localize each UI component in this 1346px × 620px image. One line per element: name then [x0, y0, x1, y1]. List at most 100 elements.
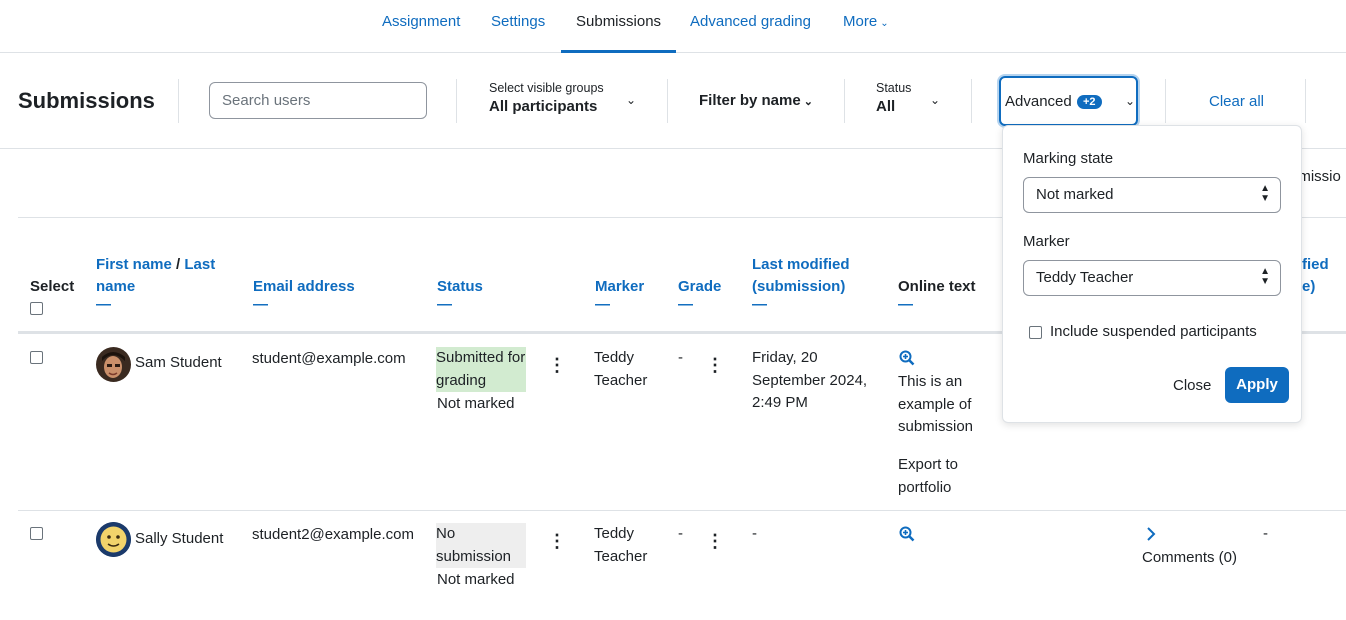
- header-name: First name / Last name —: [96, 254, 236, 312]
- zoom-in-icon[interactable]: [899, 350, 915, 366]
- clear-all-button[interactable]: Clear all: [1209, 93, 1264, 110]
- collapse-column-icon[interactable]: —: [752, 297, 862, 312]
- collapse-column-icon[interactable]: —: [253, 297, 355, 312]
- header-partial-line1: fied: [1302, 256, 1329, 273]
- header-online-text: Online text —: [898, 276, 976, 312]
- user-name-link[interactable]: Sam Student: [135, 352, 222, 375]
- user-name-link[interactable]: Sally Student: [135, 528, 223, 551]
- header-grade[interactable]: Grade —: [678, 276, 721, 312]
- marker-cell: Teddy Teacher: [594, 349, 648, 389]
- groups-dropdown-value: All participants: [489, 98, 598, 115]
- select-all-checkbox[interactable]: [30, 302, 43, 315]
- export-portfolio-link[interactable]: Export to portfolio: [898, 454, 978, 499]
- sort-first-name[interactable]: First name: [96, 256, 172, 273]
- header-email[interactable]: Email address —: [253, 276, 355, 312]
- header-online-text-label: Online text: [898, 278, 976, 295]
- avatar: [96, 522, 131, 557]
- comments-link[interactable]: Comments (0): [1142, 547, 1237, 570]
- divider: [178, 79, 179, 123]
- divider: [1305, 79, 1306, 123]
- header-marker[interactable]: Marker —: [595, 276, 644, 312]
- marker-cell: Teddy Teacher: [594, 525, 648, 565]
- filter-by-name-label: Filter by name: [699, 92, 801, 109]
- tab-settings[interactable]: Settings: [491, 0, 545, 53]
- include-suspended-checkbox[interactable]: [1029, 326, 1042, 339]
- filter-count-badge: +2: [1077, 95, 1102, 109]
- tab-more-label: More: [843, 13, 878, 30]
- tab-assignment[interactable]: Assignment: [382, 0, 460, 53]
- email-cell: student@example.com: [252, 350, 406, 367]
- marking-state-select[interactable]: Not marked ▲ ▼: [1023, 177, 1281, 213]
- advanced-filter-popover: Marking state Not marked ▲ ▼ Marker Teddy…: [1002, 125, 1302, 423]
- chevron-down-icon: ⌄: [803, 96, 813, 108]
- divider: [971, 79, 972, 123]
- collapse-column-icon[interactable]: —: [678, 297, 721, 312]
- header-status-label: Status: [437, 278, 483, 295]
- include-suspended-label: Include suspended participants: [1050, 323, 1257, 340]
- advanced-filter-button[interactable]: Advanced +2 ⌄: [999, 76, 1138, 126]
- marking-state-label: Marking state: [1023, 150, 1114, 167]
- divider: [844, 79, 845, 123]
- chevron-right-icon[interactable]: [1146, 527, 1156, 541]
- chevron-down-icon: ⌄: [880, 18, 889, 29]
- chevron-down-icon: ⌄: [626, 93, 637, 107]
- marker-select[interactable]: Teddy Teacher ▲ ▼: [1023, 260, 1281, 296]
- page-title: Submissions: [18, 88, 155, 113]
- header-grade-label: Grade: [678, 278, 722, 295]
- grade-actions-kebab-icon[interactable]: ⋮: [706, 532, 724, 550]
- grade-cell: -: [678, 349, 683, 366]
- apply-button[interactable]: Apply: [1225, 367, 1289, 403]
- chevron-down-icon: ⌄: [1125, 94, 1136, 108]
- select-arrows-icon: ▲ ▼: [1260, 183, 1270, 204]
- last-modified-cell: -: [752, 525, 757, 542]
- chevron-down-icon: ⌄: [930, 93, 941, 107]
- grade-actions-kebab-icon[interactable]: ⋮: [706, 356, 724, 374]
- groups-dropdown-label: Select visible groups: [489, 81, 604, 95]
- avatar-image: [96, 522, 131, 557]
- header-email-label: Email address: [253, 278, 355, 295]
- header-last-modified-label: Last modified (submission): [752, 256, 850, 295]
- header-partial-right[interactable]: fied e): [1302, 254, 1329, 298]
- avatar-image: [96, 347, 131, 382]
- status-badge: No submission: [436, 523, 526, 569]
- header-status[interactable]: Status —: [437, 276, 483, 312]
- divider: [667, 79, 668, 123]
- status-badge: Submitted for grading: [436, 347, 526, 393]
- close-button[interactable]: Close: [1173, 377, 1211, 394]
- collapse-column-icon[interactable]: —: [96, 297, 236, 312]
- marker-label: Marker: [1023, 233, 1070, 250]
- collapse-column-icon[interactable]: —: [437, 297, 483, 312]
- avatar: [96, 347, 131, 382]
- status-dropdown[interactable]: Status All ⌄: [876, 81, 946, 115]
- row-actions-kebab-icon[interactable]: ⋮: [548, 532, 566, 550]
- row-select-checkbox[interactable]: [30, 527, 43, 540]
- row-select-checkbox[interactable]: [30, 351, 43, 364]
- divider: [456, 79, 457, 123]
- marking-state-value: Not marked: [1036, 186, 1114, 203]
- collapse-column-icon[interactable]: —: [595, 297, 644, 312]
- email-cell: student2@example.com: [252, 526, 414, 543]
- zoom-in-icon[interactable]: [899, 526, 915, 542]
- tab-submissions[interactable]: Submissions: [561, 0, 677, 53]
- filter-by-name-dropdown[interactable]: Filter by name ⌄: [699, 92, 813, 109]
- search-users-input[interactable]: [209, 82, 427, 119]
- groups-dropdown[interactable]: Select visible groups All participants ⌄: [489, 81, 649, 115]
- header-select: Select: [30, 278, 75, 295]
- collapse-column-icon[interactable]: —: [898, 297, 976, 312]
- header-marker-label: Marker: [595, 278, 645, 295]
- header-partial-line2: e): [1302, 278, 1316, 295]
- tab-advanced-grading[interactable]: Advanced grading: [690, 0, 811, 53]
- marking-status: Not marked: [437, 571, 515, 588]
- last-modified-cell: Friday, 20 September 2024, 2:49 PM: [752, 349, 868, 412]
- row-divider: [18, 510, 1346, 511]
- header-last-modified[interactable]: Last modified (submission) —: [752, 254, 862, 312]
- advanced-label: Advanced: [1005, 93, 1072, 110]
- select-arrows-icon: ▲ ▼: [1260, 266, 1270, 287]
- tab-more[interactable]: More ⌄: [843, 0, 889, 53]
- divider: [1165, 79, 1166, 123]
- row-actions-kebab-icon[interactable]: ⋮: [548, 356, 566, 374]
- secondary-navigation: Assignment Settings Submissions Advanced…: [0, 0, 1346, 53]
- marking-status: Not marked: [437, 395, 515, 412]
- trailing-cell: -: [1263, 525, 1268, 542]
- grade-cell: -: [678, 525, 683, 542]
